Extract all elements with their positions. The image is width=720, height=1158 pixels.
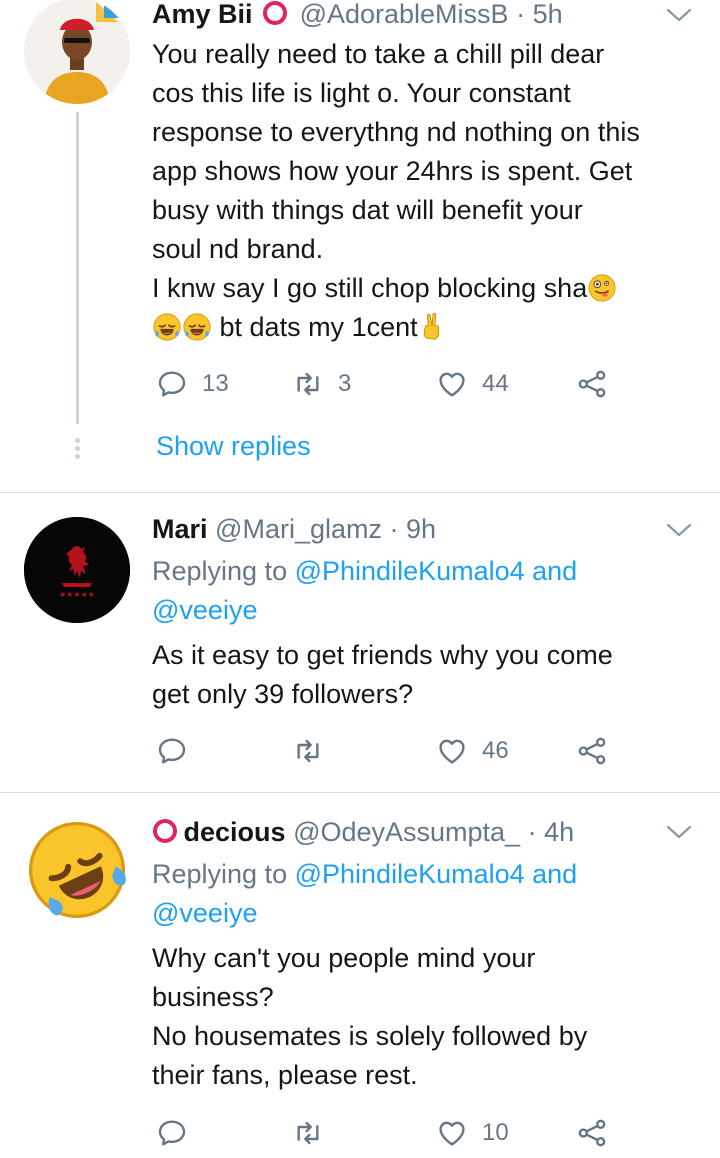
tweet-line: response to everythng nd nothing on this (152, 117, 640, 147)
red-circle-icon (263, 1, 288, 25)
tweet-actions: 46 (152, 731, 632, 771)
share-icon (576, 735, 608, 767)
avatar-image (24, 0, 130, 104)
like-count: 44 (482, 370, 509, 397)
victory-hand-emoji-icon (418, 312, 448, 342)
tweet-header: Mari @Mari_glamz · 9h (152, 513, 650, 545)
replying-to-label: Replying to (152, 859, 288, 889)
liverbird-logo-icon: ★★★★★ (24, 517, 130, 623)
tweet-actions: 13 3 44 (152, 364, 632, 404)
tweet-line: busy with things dat will benefit your (152, 195, 583, 225)
laughing-emoji-icon (152, 312, 182, 342)
share-button[interactable] (576, 1113, 608, 1153)
replying-to-users[interactable]: @PhindileKumalo4 and (295, 556, 578, 586)
tweet-line: their fans, please rest. (152, 1060, 418, 1090)
share-button[interactable] (576, 364, 608, 404)
tweet-time: · 9h (389, 514, 437, 544)
zany-face-emoji-icon (587, 273, 617, 303)
tweet-line: No housemates is solely followed by (152, 1021, 588, 1051)
tweet-line: As it easy to get friends why you come (152, 640, 613, 670)
svg-text:★★★★★: ★★★★★ (59, 590, 95, 599)
reply-count: 13 (202, 370, 229, 397)
replying-to-label: Replying to (152, 556, 288, 586)
tweet-text: You really need to take a chill pill dea… (152, 35, 700, 347)
reply-icon (156, 735, 188, 767)
display-name[interactable]: Amy Bii (152, 0, 253, 29)
tweet-time: · 5h (516, 0, 563, 29)
retweet-icon (292, 1117, 324, 1149)
replying-to-user[interactable]: @veeiye (152, 898, 257, 928)
red-circle-icon (153, 819, 177, 843)
retweet-icon (292, 368, 324, 400)
tweet-line: Why can't you people mind your (152, 943, 536, 973)
like-button[interactable]: 10 (436, 1113, 509, 1153)
tweet-line: cos this life is light o. Your constant (152, 78, 571, 108)
user-handle[interactable]: @Mari_glamz (215, 514, 382, 544)
reply-icon (156, 1117, 188, 1149)
tweet-line-text: I knw say I go still chop blocking sha (152, 273, 588, 303)
tweet[interactable]: decious @OdeyAssumpta_ · 4h Replying to … (0, 793, 720, 1158)
reply-button[interactable] (156, 1113, 188, 1153)
chevron-down-icon[interactable] (664, 4, 694, 26)
tweet[interactable]: ★★★★★ Mari @Mari_glamz · 9h Replying to … (0, 493, 720, 792)
chevron-down-icon[interactable] (664, 821, 694, 843)
avatar[interactable]: ★★★★★ (24, 517, 130, 623)
reply-icon (156, 368, 188, 400)
like-button[interactable]: 46 (436, 731, 509, 771)
reply-button[interactable]: 13 (156, 364, 229, 404)
thread-line (76, 112, 79, 424)
tweet-line: soul nd brand. (152, 234, 324, 264)
share-button[interactable] (576, 731, 608, 771)
tweet-line: business? (152, 982, 274, 1012)
user-handle[interactable]: @AdorableMissB (300, 0, 509, 29)
retweet-button[interactable] (292, 1113, 324, 1153)
tweet-text: As it easy to get friends why you come g… (152, 636, 700, 714)
user-handle[interactable]: @OdeyAssumpta_ (293, 817, 520, 847)
like-count: 10 (482, 1119, 509, 1146)
like-icon (436, 368, 468, 400)
avatar[interactable] (24, 817, 130, 923)
share-icon (576, 1117, 608, 1149)
tweet-time: · 4h (527, 817, 575, 847)
tweet-line-text: bt dats my 1cent (219, 312, 418, 342)
display-name[interactable]: Mari (152, 514, 208, 544)
tweet-line: I knw say I go still chop blocking sha (152, 269, 700, 308)
laughing-emoji-icon (182, 312, 212, 342)
retweet-button[interactable]: 3 (292, 364, 351, 404)
retweet-button[interactable] (292, 731, 324, 771)
tweet-header: decious @OdeyAssumpta_ · 4h (152, 816, 650, 848)
replying-to: Replying to @PhindileKumalo4 and @veeiye (152, 855, 680, 933)
tweet-line: app shows how your 24hrs is spent. Get (152, 156, 633, 186)
tweet-actions: 10 (152, 1113, 632, 1153)
show-replies-link[interactable]: Show replies (156, 428, 311, 464)
retweet-icon (292, 735, 324, 767)
retweet-count: 3 (338, 370, 352, 397)
avatar[interactable] (24, 0, 130, 104)
tweet-line: You really need to take a chill pill dea… (152, 39, 605, 69)
like-count: 46 (482, 737, 509, 764)
replying-to-user[interactable]: @veeiye (152, 595, 257, 625)
tweet-line: get only 39 followers? (152, 679, 414, 709)
thread-more-dots (74, 438, 81, 462)
display-name[interactable]: decious (184, 817, 286, 847)
tweet-line: bt dats my 1cent (152, 308, 700, 347)
tweet-text: Why can't you people mind your business?… (152, 939, 700, 1095)
rolling-laughing-emoji-icon (24, 817, 130, 923)
like-icon (436, 1117, 468, 1149)
like-button[interactable]: 44 (436, 364, 509, 404)
replying-to-users[interactable]: @PhindileKumalo4 and (295, 859, 578, 889)
share-icon (576, 368, 608, 400)
replying-to: Replying to @PhindileKumalo4 and @veeiye (152, 552, 680, 630)
reply-button[interactable] (156, 731, 188, 771)
like-icon (436, 735, 468, 767)
chevron-down-icon[interactable] (664, 519, 694, 541)
tweet[interactable]: Amy Bii @AdorableMissB · 5h You really n… (0, 0, 720, 492)
tweet-header: Amy Bii @AdorableMissB · 5h (152, 0, 650, 30)
